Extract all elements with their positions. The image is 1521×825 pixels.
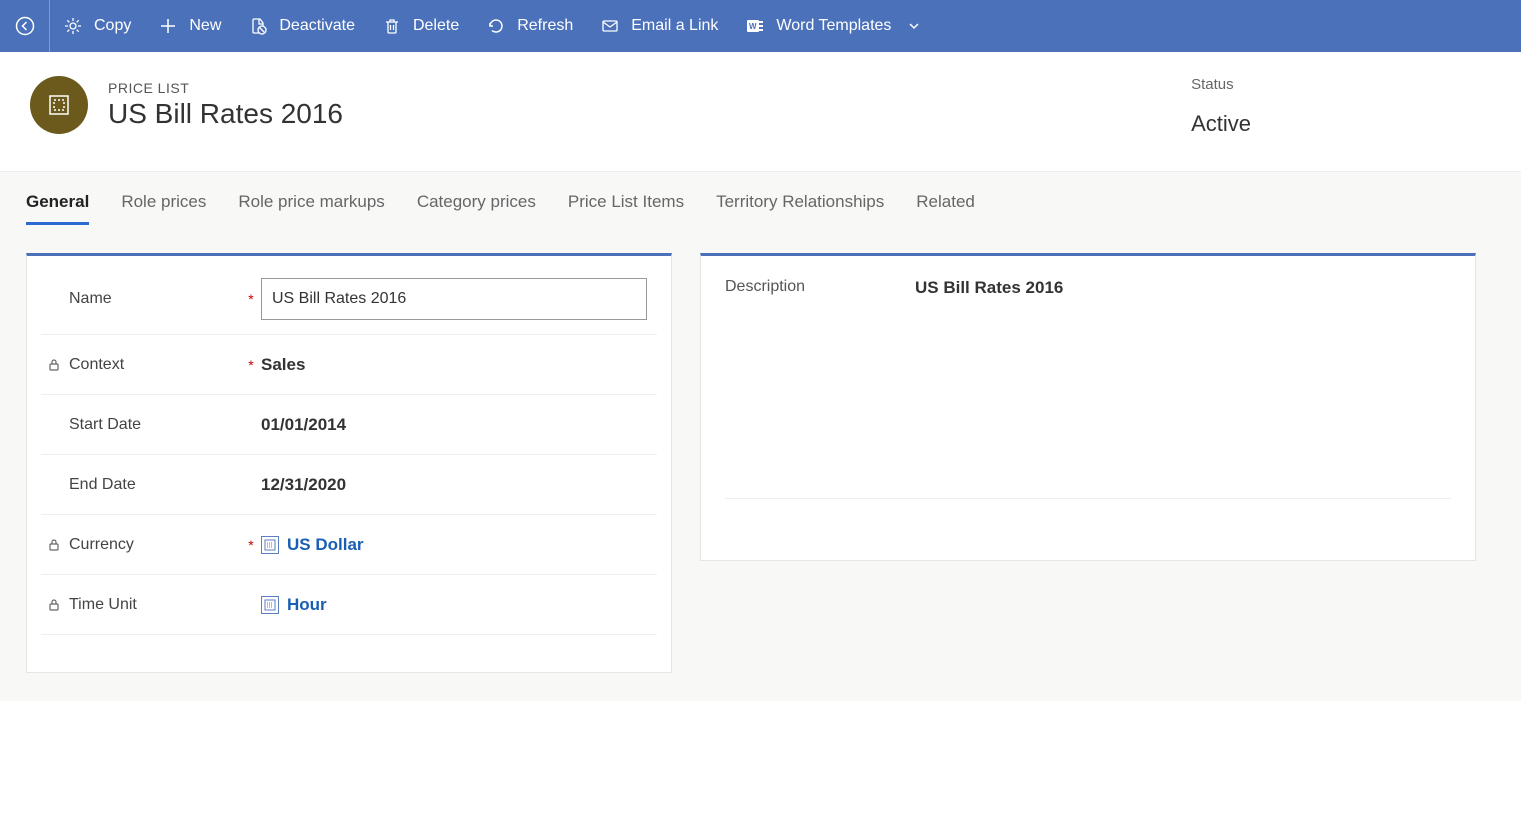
status-value: Active (1191, 111, 1251, 137)
currency-field-label: Currency (69, 536, 134, 554)
field-row-currency: Currency * US Dollar (41, 515, 657, 575)
chevron-left-circle-icon (15, 16, 35, 36)
tab-related[interactable]: Related (916, 192, 975, 225)
page-title: US Bill Rates 2016 (108, 98, 343, 130)
lookup-entity-icon (261, 596, 279, 614)
description-value[interactable]: US Bill Rates 2016 (915, 278, 1063, 298)
required-indicator: * (241, 357, 261, 373)
status-label: Status (1191, 76, 1251, 93)
start-date-field-label: Start Date (69, 416, 141, 434)
deactivate-label: Deactivate (279, 17, 355, 35)
refresh-button[interactable]: Refresh (473, 0, 587, 52)
currency-value: US Dollar (287, 535, 364, 555)
context-value[interactable]: Sales (261, 355, 305, 375)
word-templates-label: Word Templates (776, 17, 891, 35)
copy-label: Copy (94, 17, 131, 35)
description-panel: Description US Bill Rates 2016 (700, 253, 1476, 561)
tab-role-prices[interactable]: Role prices (121, 192, 206, 225)
new-label: New (189, 17, 221, 35)
delete-label: Delete (413, 17, 459, 35)
refresh-icon (487, 17, 505, 35)
lock-icon (47, 358, 61, 372)
new-button[interactable]: New (145, 0, 235, 52)
delete-button[interactable]: Delete (369, 0, 473, 52)
general-panel: Name * Context * Sales Start Date (26, 253, 672, 673)
end-date-field-label: End Date (69, 476, 136, 494)
deactivate-icon (249, 17, 267, 35)
refresh-label: Refresh (517, 17, 573, 35)
tab-territory-relationships[interactable]: Territory Relationships (716, 192, 884, 225)
name-field-label: Name (69, 290, 112, 308)
start-date-value[interactable]: 01/01/2014 (261, 415, 346, 435)
copy-button[interactable]: Copy (50, 0, 145, 52)
command-bar: Copy New Deactivate Delete Refresh Email… (0, 0, 1521, 52)
context-field-label: Context (69, 356, 124, 374)
tab-role-price-markups[interactable]: Role price markups (238, 192, 384, 225)
tab-price-list-items[interactable]: Price List Items (568, 192, 684, 225)
email-link-button[interactable]: Email a Link (587, 0, 732, 52)
tab-category-prices[interactable]: Category prices (417, 192, 536, 225)
trash-icon (383, 17, 401, 35)
entity-type-label: PRICE LIST (108, 80, 343, 96)
tab-general[interactable]: General (26, 192, 89, 225)
lock-icon (47, 538, 61, 552)
tab-bar: General Role prices Role price markups C… (0, 171, 1521, 225)
time-unit-lookup[interactable]: Hour (261, 595, 327, 615)
required-indicator: * (241, 537, 261, 553)
deactivate-button[interactable]: Deactivate (235, 0, 369, 52)
word-icon: W (746, 17, 764, 35)
end-date-value[interactable]: 12/31/2020 (261, 475, 346, 495)
svg-text:W: W (749, 22, 757, 31)
back-button[interactable] (0, 0, 50, 52)
time-unit-value: Hour (287, 595, 327, 615)
plus-icon (159, 17, 177, 35)
field-row-name: Name * (41, 264, 657, 335)
field-row-end-date: End Date 12/31/2020 (41, 455, 657, 515)
lock-icon (47, 598, 61, 612)
chevron-down-icon (907, 19, 921, 33)
field-row-context: Context * Sales (41, 335, 657, 395)
gear-icon (64, 17, 82, 35)
lookup-entity-icon (261, 536, 279, 554)
field-row-time-unit: Time Unit Hour (41, 575, 657, 635)
field-row-start-date: Start Date 01/01/2014 (41, 395, 657, 455)
description-field-label: Description (725, 278, 845, 298)
word-templates-button[interactable]: W Word Templates (732, 0, 935, 52)
name-input[interactable] (261, 278, 647, 320)
record-header: PRICE LIST US Bill Rates 2016 Status Act… (0, 52, 1521, 171)
time-unit-field-label: Time Unit (69, 596, 137, 614)
email-link-label: Email a Link (631, 17, 718, 35)
currency-lookup[interactable]: US Dollar (261, 535, 364, 555)
entity-image (30, 76, 88, 134)
email-icon (601, 17, 619, 35)
form-content: Name * Context * Sales Start Date (0, 225, 1521, 701)
required-indicator: * (241, 291, 261, 307)
